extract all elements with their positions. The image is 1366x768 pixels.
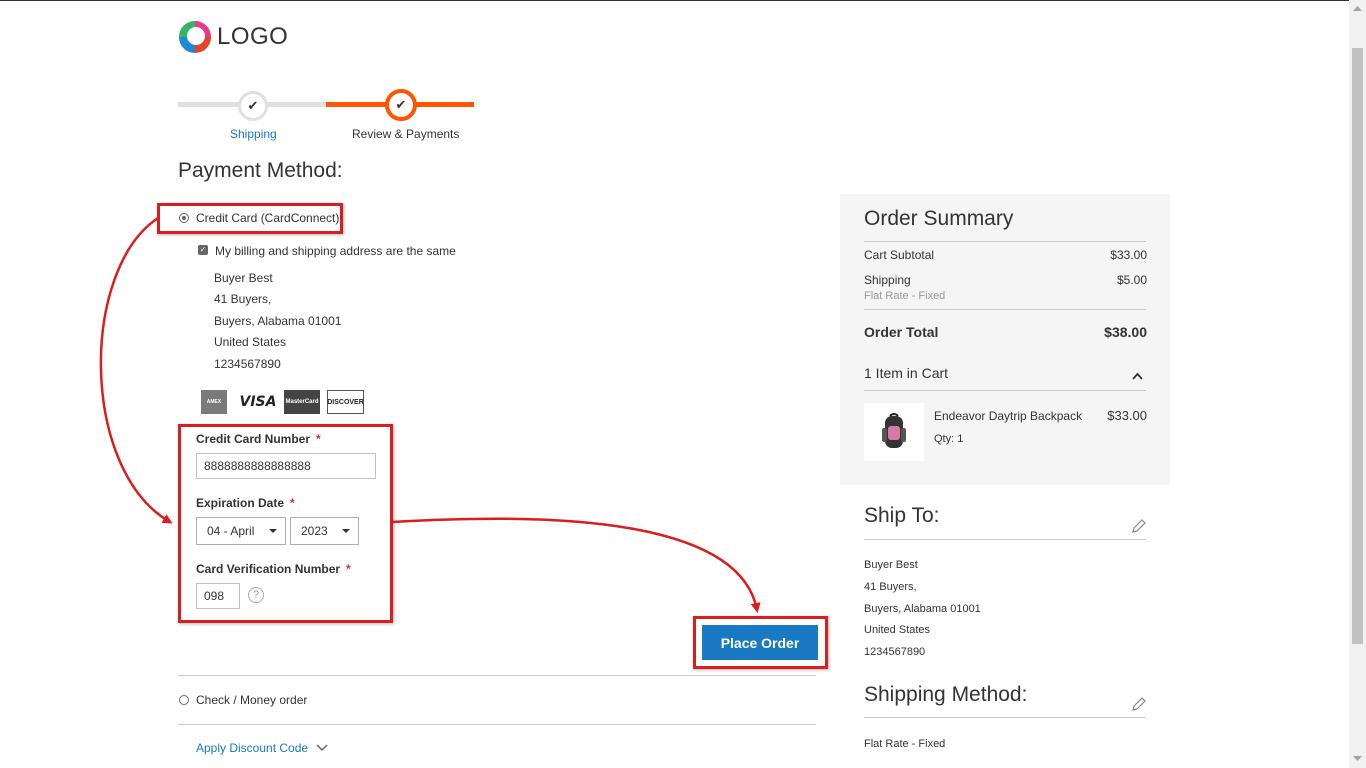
items-in-cart-toggle[interactable]: 1 Item in Cart [864,365,948,381]
scroll-up-arrow-icon[interactable] [1352,3,1363,15]
divider [864,309,1146,310]
scroll-down-arrow-icon[interactable] [1352,752,1363,764]
arrow-option-to-fields [99,216,173,524]
shipping-label: Shipping [864,273,911,287]
arrow-fields-to-place-order [391,517,761,613]
order-total-value: $38.00 [1104,324,1147,340]
divider [864,390,1146,391]
product-qty: Qty: 1 [934,433,964,445]
check-money-order-label[interactable]: Check / Money order [196,693,307,707]
ship-to-address-line: Buyers, Alabama 01001 [864,603,981,615]
shipping-method-title: Shipping Method: [864,683,1028,706]
ship-to-address-line: Buyer Best [864,559,918,571]
divider [864,539,1146,540]
check-money-order-radio[interactable] [179,695,189,705]
backpack-image [882,413,906,448]
chevron-down-icon [316,744,328,752]
product-price: $33.00 [1107,408,1147,423]
apply-discount-toggle[interactable]: Apply Discount Code [196,741,328,755]
divider [178,675,816,676]
scrollbar-thumb[interactable] [1352,48,1363,644]
divider [178,724,816,725]
order-total-label: Order Total [864,324,939,340]
product-name: Endeavor Daytrip Backpack [934,409,1083,423]
divider [864,241,1146,242]
chevron-up-icon[interactable] [1132,372,1143,380]
product-thumbnail [864,403,924,461]
cart-subtotal-label: Cart Subtotal [864,248,935,262]
shipping-value: $5.00 [1116,273,1147,287]
shipping-method-note: Flat Rate - Fixed [864,290,946,302]
ship-to-address-line: 41 Buyers, [864,581,917,593]
ship-to-address-line: 1234567890 [864,646,926,658]
order-summary-title: Order Summary [864,207,1014,230]
cart-subtotal-value: $33.00 [1110,248,1147,262]
pencil-icon[interactable] [1131,697,1146,712]
ship-to-address-line: United States [864,624,931,636]
apply-discount-label: Apply Discount Code [196,741,309,755]
pencil-icon[interactable] [1131,519,1146,534]
divider [864,717,1146,718]
shipping-method-value: Flat Rate - Fixed [864,738,946,750]
ship-to-title: Ship To: [864,504,940,527]
